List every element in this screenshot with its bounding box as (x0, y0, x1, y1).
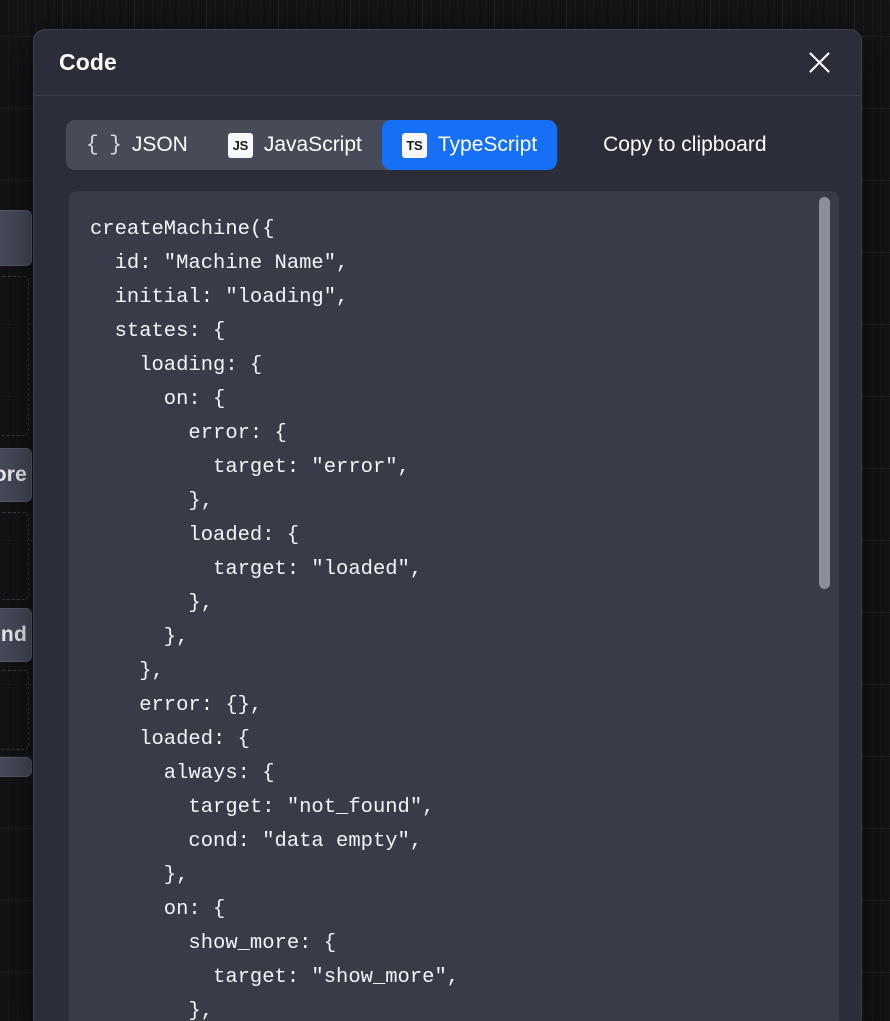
close-button[interactable] (801, 45, 837, 81)
canvas-state-node[interactable]: found (0, 608, 32, 662)
code-modal: Code { } JSON JS JavaScript TS TypeScrip… (33, 29, 862, 1021)
tab-typescript-label: TypeScript (437, 133, 538, 156)
code-scroll-area[interactable]: createMachine({ id: "Machine Name", init… (69, 191, 839, 1021)
canvas-node-outline (0, 670, 29, 750)
copy-to-clipboard-button[interactable]: Copy to clipboard (599, 127, 770, 163)
javascript-badge-icon: JS (227, 132, 253, 158)
tab-javascript[interactable]: JS JavaScript (208, 120, 382, 170)
canvas-state-node-label: w_more (0, 463, 27, 486)
code-scrollbar-track[interactable] (819, 191, 830, 1021)
tab-json[interactable]: { } JSON (66, 120, 208, 170)
canvas-state-node[interactable] (0, 210, 32, 266)
canvas-node-outline (0, 512, 29, 600)
canvas-state-node-label: found (0, 623, 27, 646)
language-tab-group: { } JSON JS JavaScript TS TypeScript (66, 120, 558, 170)
code-toolbar: { } JSON JS JavaScript TS TypeScript Cop… (34, 96, 861, 191)
tab-typescript[interactable]: TS TypeScript (381, 120, 558, 170)
braces-icon: { } (86, 133, 122, 157)
canvas-state-node[interactable]: w_more (0, 448, 32, 502)
canvas-state-node[interactable] (0, 757, 32, 777)
modal-title: Code (59, 49, 117, 75)
close-icon (808, 52, 830, 73)
code-scrollbar-thumb[interactable] (819, 197, 830, 589)
tab-json-label: JSON (131, 133, 188, 156)
modal-header: Code (34, 30, 861, 96)
typescript-badge-icon: TS (401, 132, 427, 158)
code-panel: createMachine({ id: "Machine Name", init… (69, 191, 839, 1021)
canvas-node-outline (0, 276, 29, 436)
tab-javascript-label: JavaScript (263, 133, 362, 156)
code-content: createMachine({ id: "Machine Name", init… (90, 218, 460, 1021)
